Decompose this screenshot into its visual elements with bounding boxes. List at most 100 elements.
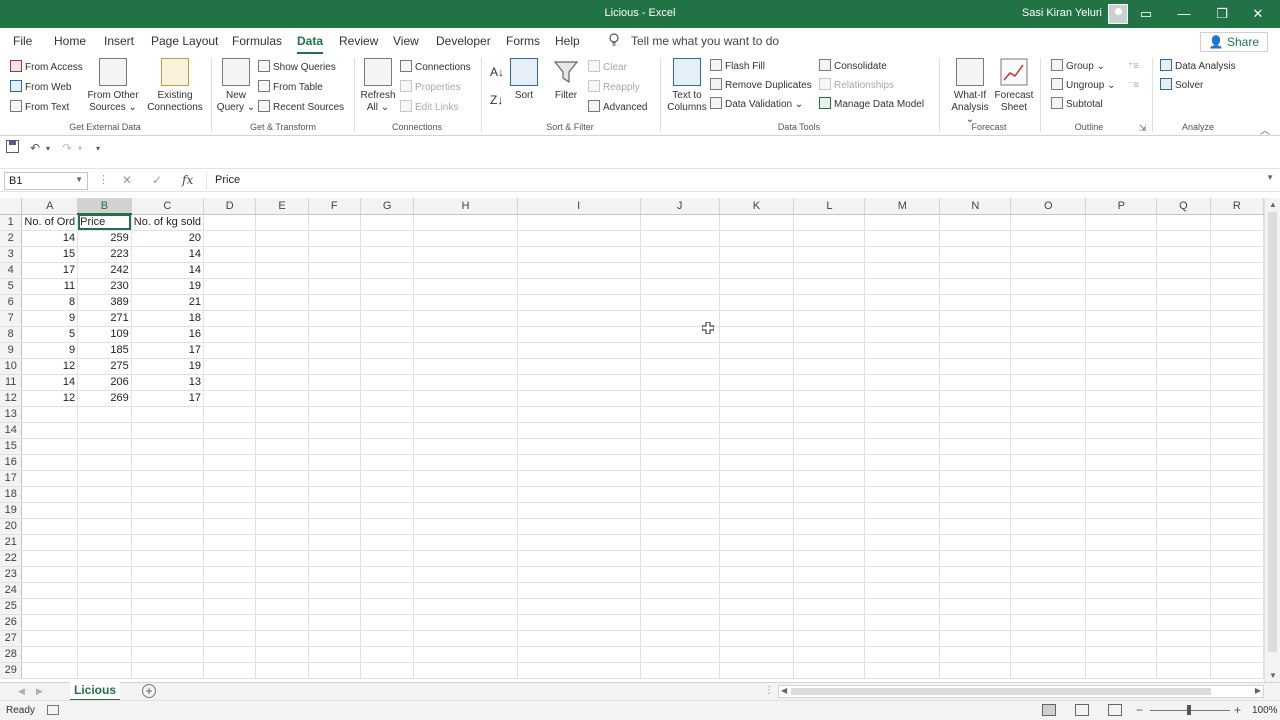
cell-H17[interactable]: [413, 470, 518, 487]
cell-C20[interactable]: [131, 518, 205, 535]
cell-M24[interactable]: [864, 582, 941, 599]
cell-O1[interactable]: [1010, 214, 1087, 231]
cell-P9[interactable]: [1085, 342, 1158, 359]
cell-M18[interactable]: [864, 486, 941, 503]
column-header[interactable]: L: [793, 198, 866, 215]
cell-O8[interactable]: [1010, 326, 1087, 343]
cell-C18[interactable]: [131, 486, 205, 503]
row-header[interactable]: 11: [0, 374, 23, 391]
cell-B12[interactable]: 269: [77, 390, 132, 407]
cell-B14[interactable]: [77, 422, 132, 439]
cell-H15[interactable]: [413, 438, 518, 455]
cell-J11[interactable]: [640, 374, 720, 391]
cell-H5[interactable]: [413, 278, 518, 295]
cell-J20[interactable]: [640, 518, 720, 535]
cell-E19[interactable]: [255, 502, 309, 519]
cell-A29[interactable]: [21, 662, 79, 679]
cell-B11[interactable]: 206: [77, 374, 132, 391]
cell-I9[interactable]: [517, 342, 641, 359]
cell-K29[interactable]: [719, 662, 795, 679]
sort-z-a-button[interactable]: Z↓: [490, 92, 503, 108]
cell-R20[interactable]: [1210, 518, 1264, 535]
refresh-all-button[interactable]: Refresh All ⌄: [358, 58, 398, 114]
cell-B3[interactable]: 223: [77, 246, 132, 263]
cell-N11[interactable]: [939, 374, 1012, 391]
cell-Q12[interactable]: [1156, 390, 1211, 407]
restore-button[interactable]: ❐: [1204, 0, 1240, 28]
filter-button[interactable]: Filter: [548, 58, 584, 102]
cell-Q1[interactable]: [1156, 214, 1211, 231]
cell-E21[interactable]: [255, 534, 309, 551]
cell-O22[interactable]: [1010, 550, 1087, 567]
cell-R18[interactable]: [1210, 486, 1264, 503]
show-detail-button[interactable]: ⁺≡: [1128, 59, 1139, 75]
cell-H23[interactable]: [413, 566, 518, 583]
cell-H13[interactable]: [413, 406, 518, 423]
sort-a-z-button[interactable]: A↓: [490, 64, 504, 80]
consolidate-button[interactable]: Consolidate: [819, 59, 887, 75]
cell-E29[interactable]: [255, 662, 309, 679]
cell-I4[interactable]: [517, 262, 641, 279]
row-header[interactable]: 19: [0, 502, 23, 519]
cell-E5[interactable]: [255, 278, 309, 295]
column-header[interactable]: F: [308, 198, 361, 215]
cell-O23[interactable]: [1010, 566, 1087, 583]
cell-L6[interactable]: [793, 294, 866, 311]
cell-Q19[interactable]: [1156, 502, 1211, 519]
cell-D5[interactable]: [203, 278, 257, 295]
cell-P10[interactable]: [1085, 358, 1158, 375]
cell-H10[interactable]: [413, 358, 518, 375]
cell-G4[interactable]: [360, 262, 415, 279]
cell-M12[interactable]: [864, 390, 941, 407]
cell-L29[interactable]: [793, 662, 866, 679]
cell-B16[interactable]: [77, 454, 132, 471]
row-header[interactable]: 5: [0, 278, 23, 295]
cell-E1[interactable]: [255, 214, 309, 231]
cell-P29[interactable]: [1085, 662, 1158, 679]
select-all-corner[interactable]: [0, 198, 23, 215]
tab-developer[interactable]: Developer: [436, 34, 491, 48]
expand-formula-bar-icon[interactable]: ▼: [1266, 173, 1274, 182]
ribbon-display-options-button[interactable]: ▭: [1128, 0, 1164, 28]
cell-L23[interactable]: [793, 566, 866, 583]
new-query-button[interactable]: New Query ⌄: [216, 58, 256, 114]
cell-A6[interactable]: 8: [21, 294, 79, 311]
cell-Q8[interactable]: [1156, 326, 1211, 343]
row-header[interactable]: 12: [0, 390, 23, 407]
cell-K12[interactable]: [719, 390, 795, 407]
cell-I8[interactable]: [517, 326, 641, 343]
cell-Q10[interactable]: [1156, 358, 1211, 375]
cell-L14[interactable]: [793, 422, 866, 439]
cell-D22[interactable]: [203, 550, 257, 567]
hide-detail-button[interactable]: ⁻≡: [1128, 78, 1139, 94]
cell-C24[interactable]: [131, 582, 205, 599]
cell-R9[interactable]: [1210, 342, 1264, 359]
cell-grid[interactable]: ABCDEFGHIJKLMNOPQR 1 No. of Ord Price No. o…: [0, 198, 1264, 679]
cell-J10[interactable]: [640, 358, 720, 375]
cell-C10[interactable]: 19: [131, 358, 205, 375]
cell-O15[interactable]: [1010, 438, 1087, 455]
cell-H4[interactable]: [413, 262, 518, 279]
cell-J4[interactable]: [640, 262, 720, 279]
cell-N20[interactable]: [939, 518, 1012, 535]
column-header[interactable]: E: [255, 198, 309, 215]
advanced-button[interactable]: Advanced: [588, 100, 647, 116]
cell-Q29[interactable]: [1156, 662, 1211, 679]
cell-H16[interactable]: [413, 454, 518, 471]
horizontal-scroll-thumb[interactable]: [791, 688, 1211, 695]
cell-F28[interactable]: [308, 646, 361, 663]
cell-P8[interactable]: [1085, 326, 1158, 343]
cell-Q2[interactable]: [1156, 230, 1211, 247]
cell-I10[interactable]: [517, 358, 641, 375]
cell-N17[interactable]: [939, 470, 1012, 487]
row-header[interactable]: 13: [0, 406, 23, 423]
cell-I1[interactable]: [517, 214, 641, 231]
cell-M20[interactable]: [864, 518, 941, 535]
cell-R22[interactable]: [1210, 550, 1264, 567]
cell-A11[interactable]: 14: [21, 374, 79, 391]
cell-F22[interactable]: [308, 550, 361, 567]
previous-sheet-icon[interactable]: ◀: [18, 686, 25, 697]
tell-me-search[interactable]: Tell me what you want to do: [631, 34, 779, 48]
cell-F5[interactable]: [308, 278, 361, 295]
cell-M11[interactable]: [864, 374, 941, 391]
